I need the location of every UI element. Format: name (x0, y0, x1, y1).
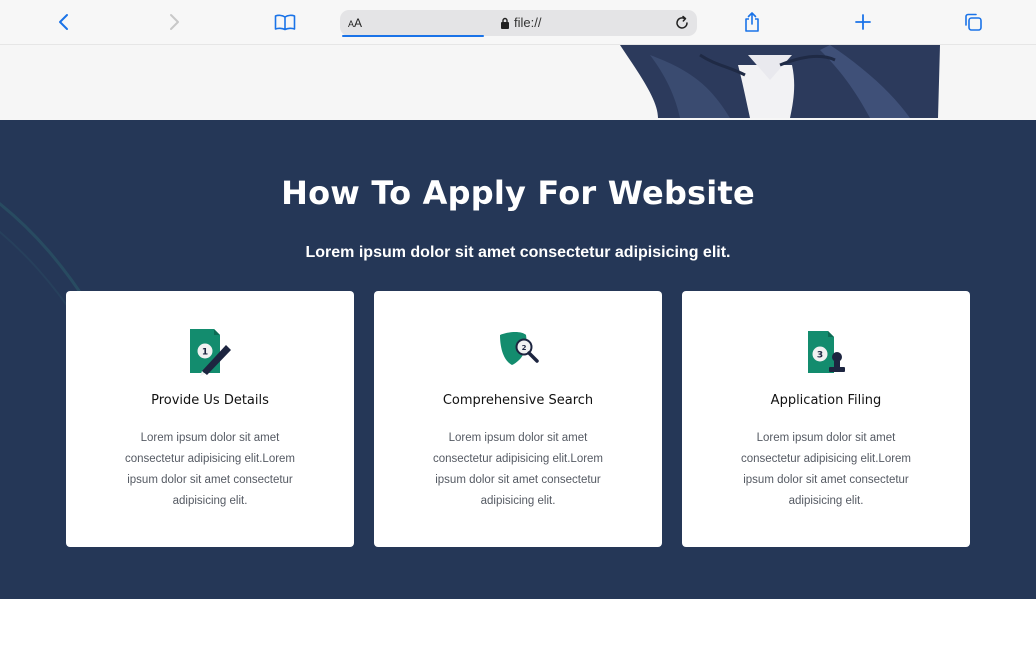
bookmarks-button[interactable] (271, 8, 299, 36)
step-card-application-filing: 3 Application Filing Lorem ipsum dolor s… (682, 291, 970, 547)
reload-icon[interactable] (673, 14, 691, 37)
share-icon (743, 11, 761, 33)
forward-icon (167, 13, 181, 31)
url-text: file:// (514, 15, 541, 30)
page-load-progress (342, 35, 484, 37)
section-title: How To Apply For Website (0, 174, 1036, 212)
back-icon (57, 13, 71, 31)
bookmarks-icon (274, 13, 296, 31)
new-tab-icon (854, 13, 872, 31)
new-tab-button[interactable] (849, 8, 877, 36)
step-card-provide-details: 1 Provide Us Details Lorem ipsum dolor s… (66, 291, 354, 547)
card-title: Comprehensive Search (374, 393, 662, 408)
address-bar[interactable]: AAAA file:// (340, 10, 697, 36)
card-description: Lorem ipsum dolor sit amet consectetur a… (728, 428, 924, 512)
section-subtitle: Lorem ipsum dolor sit amet consectetur a… (0, 244, 1036, 262)
how-to-apply-section: How To Apply For Website Lorem ipsum dol… (0, 120, 1036, 599)
document-stamp-icon: 3 (800, 325, 852, 377)
step-number-1: 1 (202, 348, 208, 358)
lock-icon (500, 16, 510, 34)
search-magnifier-icon: 2 (492, 325, 544, 377)
hero-banner (0, 45, 1036, 120)
back-button[interactable] (50, 8, 78, 36)
step-number-3: 3 (817, 351, 823, 361)
hero-person-image (620, 45, 940, 118)
reader-aa-button[interactable]: AAAA (348, 16, 362, 30)
page-below-section (0, 599, 1036, 648)
browser-toolbar: AAAA file:// (0, 0, 1036, 45)
card-description: Lorem ipsum dolor sit amet consectetur a… (420, 428, 616, 512)
step-card-comprehensive-search: 2 Comprehensive Search Lorem ipsum dolor… (374, 291, 662, 547)
card-title: Application Filing (682, 393, 970, 408)
share-button[interactable] (738, 8, 766, 36)
forward-button[interactable] (160, 8, 188, 36)
tabs-button[interactable] (959, 8, 987, 36)
tabs-icon (963, 12, 983, 32)
card-description: Lorem ipsum dolor sit amet consectetur a… (112, 428, 308, 512)
card-title: Provide Us Details (66, 393, 354, 408)
step-number-2: 2 (522, 344, 527, 352)
document-pen-icon: 1 (184, 325, 236, 377)
